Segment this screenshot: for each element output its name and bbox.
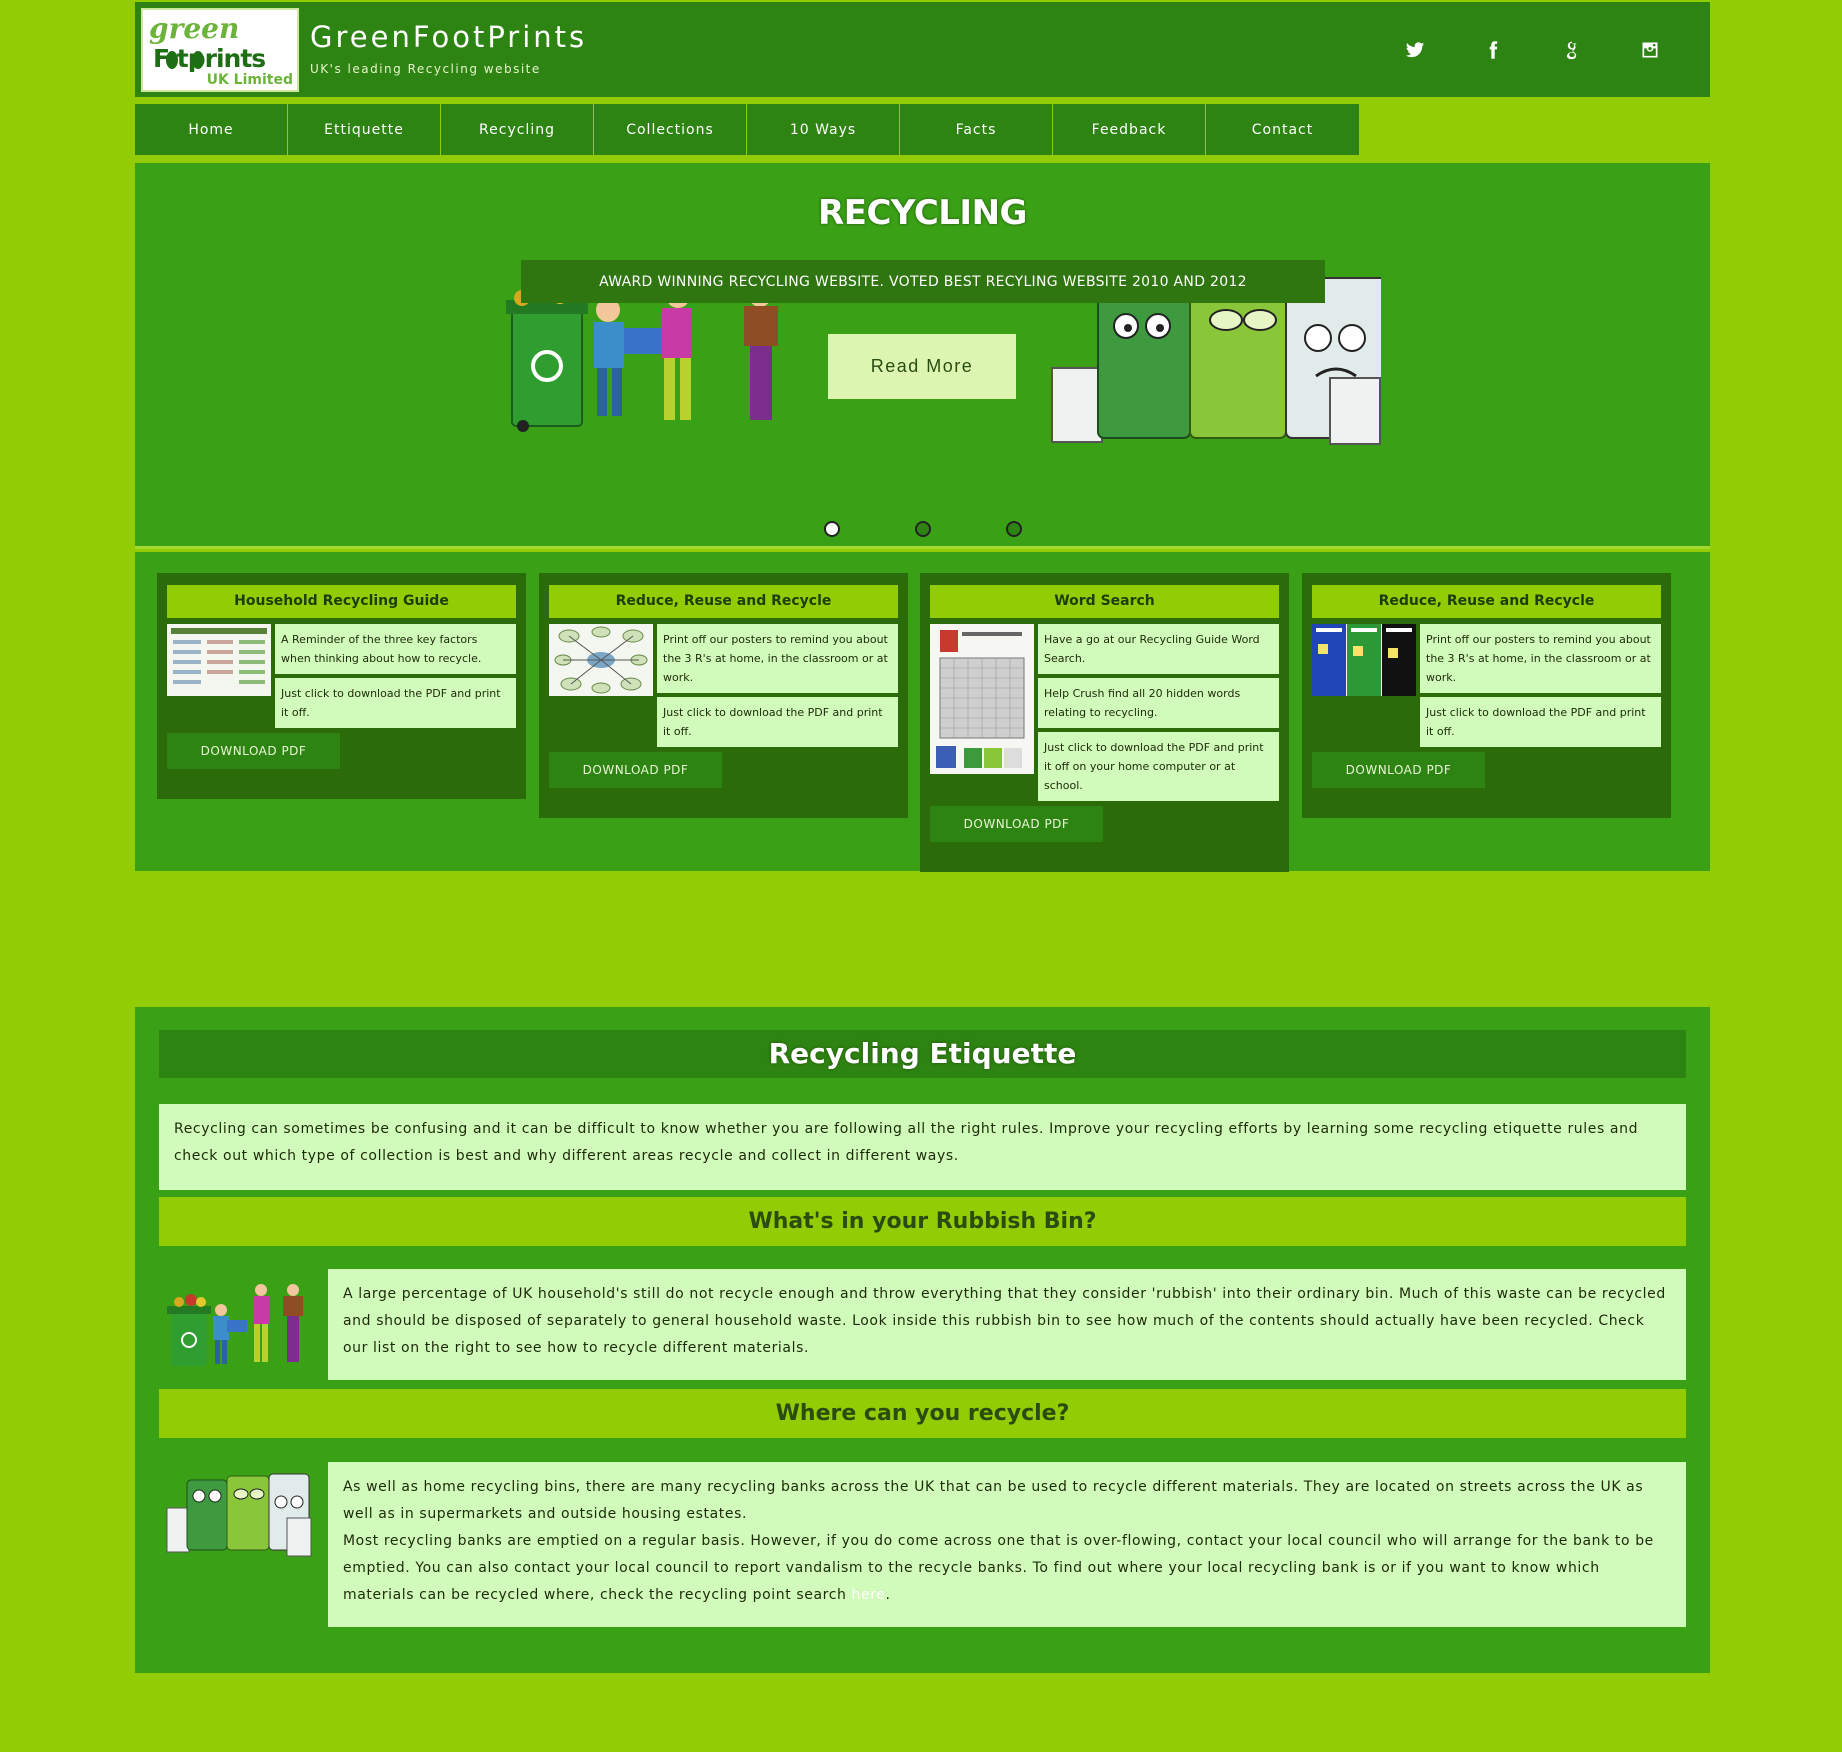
card-text: Help Crush find all 20 hidden words rela… bbox=[1038, 678, 1279, 728]
google-icon[interactable] bbox=[1558, 36, 1586, 64]
site-header: green F tprints UK Limited GreenFootPrin… bbox=[135, 2, 1710, 97]
guide-thumbnail bbox=[167, 624, 271, 696]
where-recycle-text: As well as home recycling bins, there ar… bbox=[328, 1462, 1686, 1627]
card-text: Just click to download the PDF and print… bbox=[657, 697, 898, 747]
end-punctuation: . bbox=[885, 1587, 891, 1603]
card-text: Print off our posters to remind you abou… bbox=[1420, 624, 1661, 693]
footprint-icon bbox=[166, 51, 178, 69]
logo-text-top: green bbox=[149, 12, 240, 45]
recycle-diagram-thumbnail bbox=[549, 624, 653, 696]
nav-item-ettiquette[interactable]: Ettiquette bbox=[288, 104, 441, 155]
card-title: Word Search bbox=[930, 585, 1279, 618]
hero-title: RECYCLING bbox=[818, 193, 1027, 233]
nav-item-feedback[interactable]: Feedback bbox=[1053, 104, 1206, 155]
card-word-search: Word Search Have a go at our Recycling G… bbox=[920, 573, 1289, 872]
people-with-bin-illustration bbox=[167, 1284, 303, 1366]
card-title: Reduce, Reuse and Recycle bbox=[549, 585, 898, 618]
nav-item-facts[interactable]: Facts bbox=[900, 104, 1053, 155]
card-text: Just click to download the PDF and print… bbox=[1420, 697, 1661, 747]
downloads-section: Household Recycling Guide A Reminder of … bbox=[135, 552, 1710, 872]
card-text: Just click to download the PDF and print… bbox=[1038, 732, 1279, 801]
download-pdf-button[interactable]: DOWNLOAD PDF bbox=[549, 752, 722, 788]
download-pdf-button[interactable]: DOWNLOAD PDF bbox=[930, 806, 1103, 842]
etiquette-section: Recycling Etiquette Recycling can someti… bbox=[135, 1007, 1710, 1673]
recycling-bins-illustration bbox=[166, 1473, 312, 1557]
rubbish-bin-heading: What's in your Rubbish Bin? bbox=[159, 1197, 1686, 1246]
card-text: Just click to download the PDF and print… bbox=[275, 678, 516, 728]
card-text: Print off our posters to remind you abou… bbox=[657, 624, 898, 693]
slider-dot-3[interactable] bbox=[1006, 521, 1022, 537]
nav-item-recycling[interactable]: Recycling bbox=[441, 104, 594, 155]
slider-dot-1[interactable] bbox=[824, 521, 840, 537]
card-title: Household Recycling Guide bbox=[167, 585, 516, 618]
where-text-paragraph-2: Most recycling banks are emptied on a re… bbox=[343, 1533, 1654, 1603]
word-search-thumbnail bbox=[930, 624, 1034, 774]
footprint-icon bbox=[192, 51, 204, 69]
hero-banner: AWARD WINNING RECYCLING WEBSITE. VOTED B… bbox=[521, 260, 1325, 303]
slider-dot-2[interactable] bbox=[915, 521, 931, 537]
where-recycle-heading: Where can you recycle? bbox=[159, 1389, 1686, 1438]
posters-thumbnail bbox=[1312, 624, 1416, 696]
card-title: Reduce, Reuse and Recycle bbox=[1312, 585, 1661, 618]
card-reduce-reuse-recycle-posters: Reduce, Reuse and Recycle Print off our … bbox=[1302, 573, 1671, 818]
logo-text-bottom: UK Limited bbox=[206, 72, 293, 88]
nav-item-home[interactable]: Home bbox=[135, 104, 288, 155]
hero-slider: RECYCLING AWARD WINNING RECYCLING WEBSIT… bbox=[135, 163, 1710, 549]
section-title: Recycling Etiquette bbox=[159, 1030, 1686, 1078]
etiquette-intro: Recycling can sometimes be confusing and… bbox=[159, 1104, 1686, 1190]
site-subtitle: UK's leading Recycling website bbox=[310, 62, 541, 76]
nav-item-10-ways[interactable]: 10 Ways bbox=[747, 104, 900, 155]
facebook-icon[interactable] bbox=[1479, 36, 1507, 64]
recycling-search-link[interactable]: here bbox=[852, 1587, 886, 1603]
download-pdf-button[interactable]: DOWNLOAD PDF bbox=[167, 733, 340, 769]
card-text: A Reminder of the three key factors when… bbox=[275, 624, 516, 674]
site-title: GreenFootPrints bbox=[310, 20, 588, 54]
read-more-button[interactable]: Read More bbox=[828, 334, 1016, 399]
card-reduce-reuse-recycle: Reduce, Reuse and Recycle Print off our … bbox=[539, 573, 908, 818]
site-logo[interactable]: green F tprints UK Limited bbox=[141, 8, 299, 92]
nav-item-contact[interactable]: Contact bbox=[1206, 104, 1359, 155]
twitter-icon[interactable] bbox=[1401, 36, 1429, 64]
nav-item-collections[interactable]: Collections bbox=[594, 104, 747, 155]
card-text: Have a go at our Recycling Guide Word Se… bbox=[1038, 624, 1279, 674]
rubbish-bin-text: A large percentage of UK household's sti… bbox=[328, 1269, 1686, 1380]
card-household-recycling-guide: Household Recycling Guide A Reminder of … bbox=[157, 573, 526, 799]
download-pdf-button[interactable]: DOWNLOAD PDF bbox=[1312, 752, 1485, 788]
main-nav: Home Ettiquette Recycling Collections 10… bbox=[135, 104, 1710, 155]
where-text-paragraph-1: As well as home recycling bins, there ar… bbox=[343, 1479, 1644, 1522]
instagram-icon[interactable] bbox=[1636, 36, 1664, 64]
